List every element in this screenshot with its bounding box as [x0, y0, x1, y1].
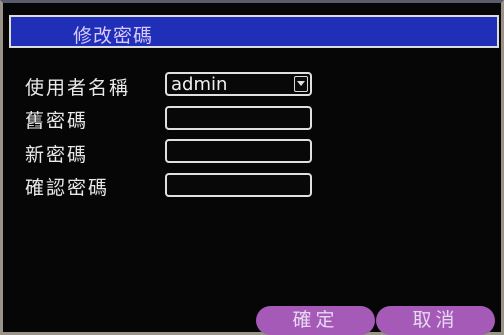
dialog-title-bar: 修改密碼	[9, 15, 499, 48]
new-password-field[interactable]	[165, 139, 312, 163]
new-password-label: 新密碼	[25, 144, 89, 166]
old-password-field[interactable]	[165, 106, 312, 130]
username-select[interactable]: admin	[165, 72, 312, 96]
cancel-button[interactable]: 取消	[376, 306, 495, 335]
ok-button[interactable]: 確定	[256, 306, 375, 335]
username-label: 使用者名稱	[25, 77, 131, 99]
dialog-title: 修改密碼	[73, 25, 154, 47]
confirm-password-label: 確認密碼	[25, 177, 110, 199]
old-password-label: 舊密碼	[25, 110, 89, 132]
change-password-dialog: 修改密碼 使用者名稱 admin 舊密碼 新密碼 確認密碼 確定 取消	[0, 0, 504, 335]
chevron-down-icon[interactable]	[294, 76, 308, 92]
username-select-value: admin	[171, 74, 228, 95]
confirm-password-field[interactable]	[165, 173, 312, 197]
